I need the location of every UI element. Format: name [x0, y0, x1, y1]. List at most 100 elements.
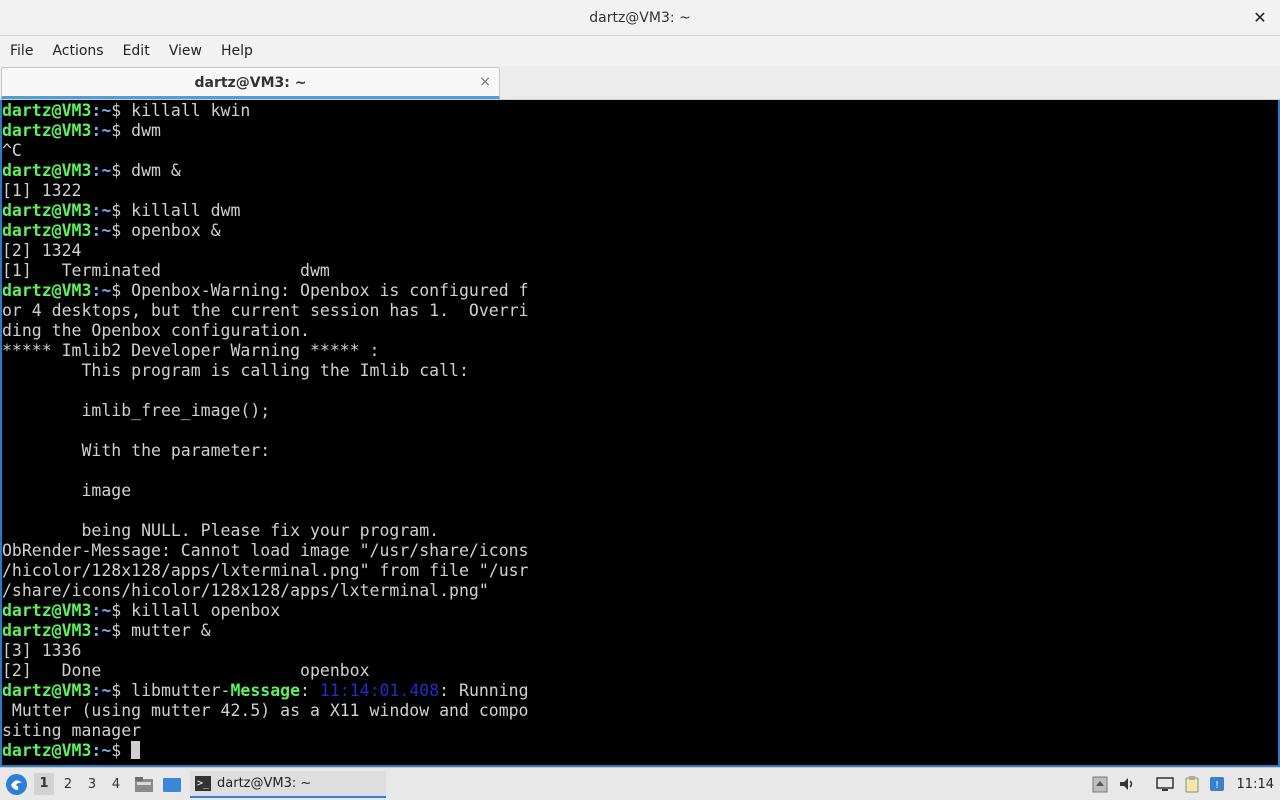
- prompt-symbol: $: [111, 221, 132, 240]
- prompt-symbol: $: [111, 101, 132, 120]
- close-window-button[interactable]: ✕: [1250, 8, 1270, 28]
- terminal-output[interactable]: dartz@VM3:~$ killall kwin dartz@VM3:~$ dw…: [0, 100, 1280, 767]
- command-text: killall kwin: [131, 101, 251, 120]
- tab-label: dartz@VM3: ~: [194, 75, 307, 91]
- terminal-line: being NULL. Please fix your program.: [2, 521, 440, 540]
- terminal-line: This program is calling the Imlib call:: [2, 361, 469, 380]
- prompt-user: dartz@VM3: [2, 601, 92, 620]
- menu-actions[interactable]: Actions: [52, 43, 113, 59]
- prompt-path: :~: [91, 101, 112, 120]
- updates-icon[interactable]: !: [1208, 775, 1226, 793]
- log-level: Message: [230, 681, 301, 700]
- terminal-line: [1] Terminated dwm: [2, 261, 330, 280]
- terminal-line: [1] 1322: [2, 181, 82, 200]
- terminal-line: [3] 1336: [2, 641, 82, 660]
- terminal-line: Mutter (using mutter 42.5) as a X11 wind…: [2, 701, 529, 720]
- taskbar-task-terminal[interactable]: >_ dartz@VM3: ~: [190, 771, 386, 798]
- command-text: mutter &: [131, 621, 211, 640]
- prompt-path: :~: [91, 121, 112, 140]
- terminal-line: [2] 1324: [2, 241, 82, 260]
- terminal-line: dartz@VM3:~$ openbox &: [2, 221, 221, 241]
- terminal-line: ObRender-Message: Cannot load image "/us…: [2, 541, 529, 560]
- terminal-line: ^C: [2, 141, 22, 160]
- terminal-line: dartz@VM3:~$ Openbox-Warning: Openbox is…: [2, 281, 529, 301]
- terminal-line: [2] Done openbox: [2, 661, 370, 680]
- terminal-line: dartz@VM3:~$ mutter &: [2, 621, 211, 641]
- terminal-tab[interactable]: dartz@VM3: ~ ×: [1, 67, 500, 99]
- terminal-line: ding the Openbox configuration.: [2, 321, 310, 340]
- menu-edit[interactable]: Edit: [123, 43, 160, 59]
- terminal-line: image: [2, 481, 132, 500]
- terminal-line: dartz@VM3:~$ killall openbox: [2, 601, 280, 621]
- prompt-user: dartz@VM3: [2, 681, 92, 700]
- command-text: killall dwm: [131, 201, 241, 220]
- prompt-path: :~: [91, 281, 112, 300]
- terminal-line: dartz@VM3:~$ killall dwm: [2, 201, 240, 221]
- prompt-path: :~: [91, 681, 112, 700]
- svg-text:!: !: [1215, 780, 1219, 791]
- prompt-path: :~: [91, 201, 112, 220]
- prompt-path: :~: [91, 161, 112, 180]
- log-source: libmutter-: [131, 681, 231, 700]
- clipboard-icon[interactable]: [1183, 775, 1201, 793]
- command-text: Openbox-Warning: Openbox is configured f: [131, 281, 529, 300]
- prompt-path: :~: [91, 621, 112, 640]
- app-menu-icon[interactable]: [6, 774, 27, 795]
- prompt-symbol: $: [111, 621, 132, 640]
- prompt-user: dartz@VM3: [2, 221, 92, 240]
- terminal-line: With the parameter:: [2, 441, 271, 460]
- prompt-user: dartz@VM3: [2, 621, 92, 640]
- prompt-symbol: $: [111, 201, 132, 220]
- prompt-user: dartz@VM3: [2, 201, 92, 220]
- terminal-icon: >_: [195, 776, 211, 791]
- prompt-path: :~: [91, 221, 112, 240]
- prompt-symbol: $: [111, 741, 132, 760]
- terminal-line: or 4 desktops, but the current session h…: [2, 301, 529, 320]
- terminal-line: dartz@VM3:~$ dwm &: [2, 161, 181, 181]
- log-message: : Running: [439, 681, 529, 700]
- menu-view[interactable]: View: [169, 43, 212, 59]
- file-manager-icon[interactable]: [134, 776, 154, 793]
- prompt-user: dartz@VM3: [2, 161, 92, 180]
- prompt-path: :~: [91, 741, 112, 760]
- text-cursor: [131, 741, 141, 759]
- terminal-line: imlib_free_image();: [2, 401, 271, 420]
- desktop-icon[interactable]: [162, 776, 182, 793]
- terminal-line: dartz@VM3:~$ libmutter-Message: 11:14:01…: [2, 681, 529, 701]
- terminal-line: siting manager: [2, 721, 142, 740]
- menu-file[interactable]: File: [10, 43, 43, 59]
- prompt-symbol: $: [111, 601, 132, 620]
- log-timestamp: 11:14:01.408: [319, 681, 440, 700]
- workspace-4[interactable]: 4: [106, 777, 126, 792]
- network-icon[interactable]: [1156, 775, 1174, 793]
- window-title: dartz@VM3: ~: [589, 10, 691, 26]
- command-text: dwm: [131, 121, 161, 140]
- prompt-symbol: $: [111, 161, 132, 180]
- volume-icon[interactable]: [1118, 775, 1136, 793]
- workspace-2[interactable]: 2: [58, 777, 78, 792]
- terminal-line: dartz@VM3:~$ killall kwin: [2, 101, 250, 121]
- prompt-symbol: $: [111, 281, 132, 300]
- terminal-line: dartz@VM3:~$ dwm: [2, 121, 161, 141]
- prompt-user: dartz@VM3: [2, 741, 92, 760]
- prompt-symbol: $: [111, 681, 132, 700]
- notification-icon[interactable]: [1091, 775, 1109, 793]
- taskbar: 1 2 3 4 >_ dartz@VM3: ~ ! 11:14: [0, 767, 1280, 800]
- workspace-1[interactable]: 1: [34, 773, 54, 795]
- menu-help[interactable]: Help: [221, 43, 263, 59]
- prompt-user: dartz@VM3: [2, 101, 92, 120]
- terminal-line: /share/icons/hicolor/128x128/apps/lxterm…: [2, 581, 489, 600]
- workspace-3[interactable]: 3: [82, 777, 102, 792]
- menubar: File Actions Edit View Help: [0, 36, 1280, 66]
- prompt-user: dartz@VM3: [2, 121, 92, 140]
- log-separator: :: [300, 681, 320, 700]
- window-titlebar[interactable]: dartz@VM3: ~ ✕: [0, 0, 1280, 36]
- prompt-user: dartz@VM3: [2, 281, 92, 300]
- command-text: killall openbox: [131, 601, 281, 620]
- terminal-line: ***** Imlib2 Developer Warning ***** :: [2, 341, 380, 360]
- prompt-path: :~: [91, 601, 112, 620]
- tab-strip: dartz@VM3: ~ ×: [0, 66, 1280, 100]
- prompt-symbol: $: [111, 121, 132, 140]
- terminal-line: dartz@VM3:~$: [2, 741, 141, 761]
- tab-close-icon[interactable]: ×: [479, 74, 491, 90]
